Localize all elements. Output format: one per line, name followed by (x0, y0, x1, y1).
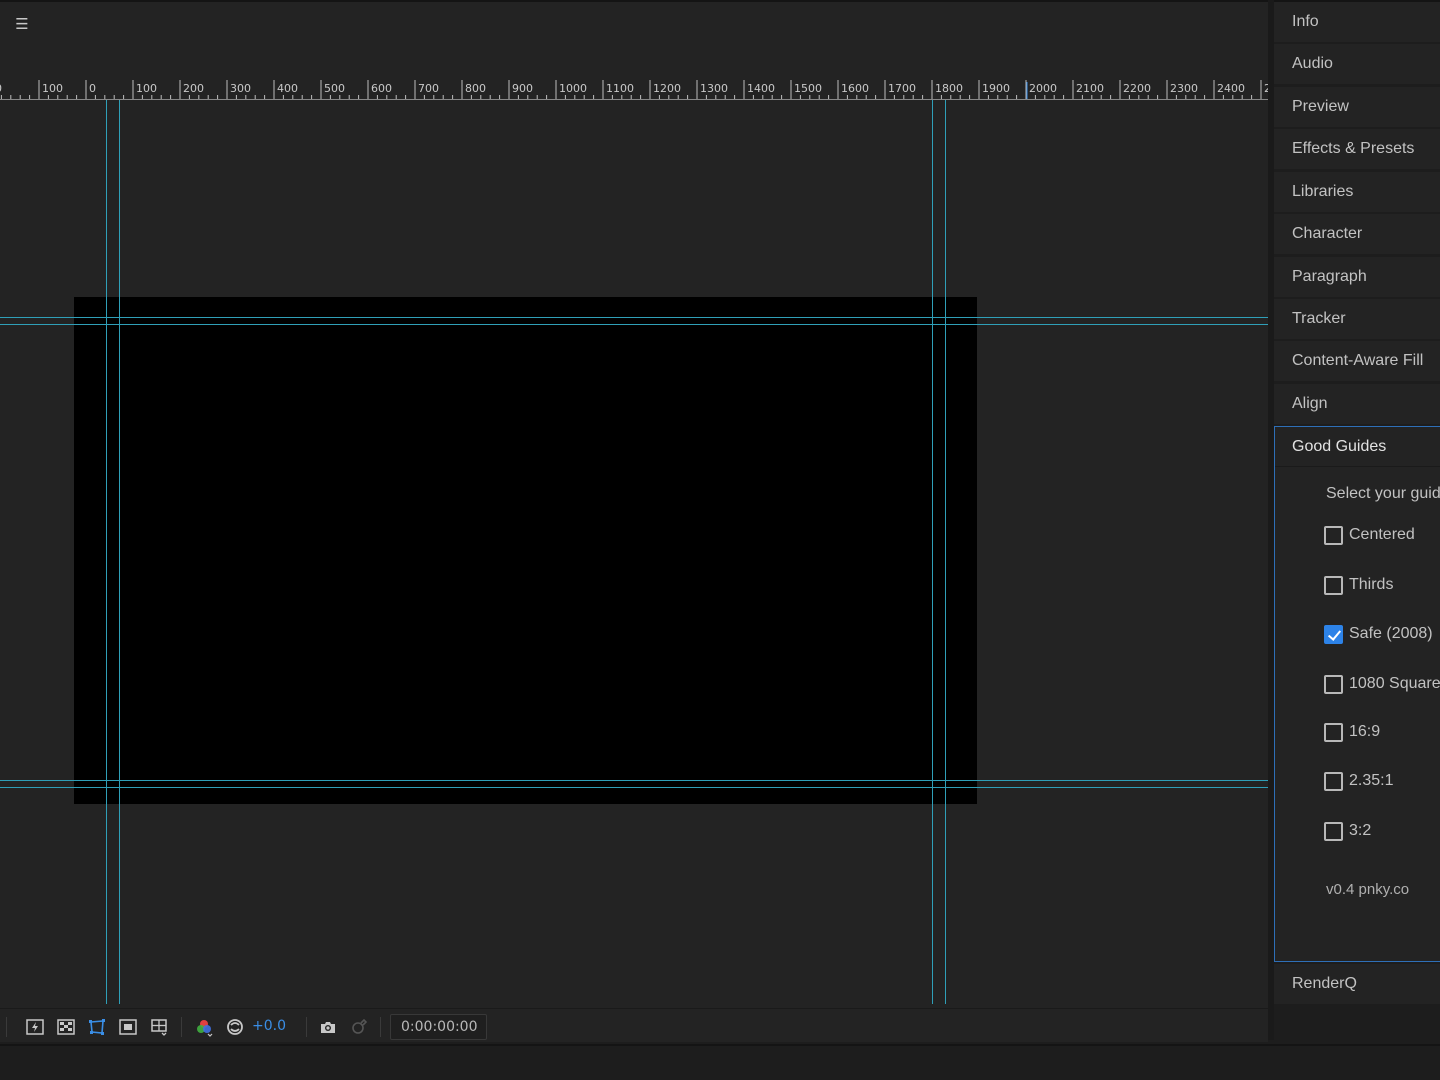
ruler-label: 2200 (1123, 82, 1151, 95)
exposure-value[interactable]: +0.0 (252, 1018, 286, 1034)
guide-option-1080-square[interactable]: 1080 Square (1324, 673, 1440, 695)
1080-square-checkbox[interactable] (1324, 674, 1343, 694)
ruler-label: 1700 (888, 82, 916, 95)
safe-guide-vertical-outer-right[interactable] (945, 100, 946, 1004)
panel-tab-character[interactable]: Character (1274, 214, 1440, 254)
safe-guide-vertical-inner-left[interactable] (119, 100, 120, 1004)
ruler-label: 2400 (1217, 82, 1245, 95)
panel-tab-preview[interactable]: Preview (1274, 87, 1440, 127)
guide-option-label: Centered (1349, 526, 1415, 543)
panel-tab-info[interactable]: Info (1274, 2, 1440, 42)
hamburger-menu-icon[interactable]: ☰ (12, 14, 32, 34)
guide-option-label: Safe (2008) (1349, 625, 1433, 642)
ruler-label: 1500 (794, 82, 822, 95)
transparency-grid-icon[interactable] (55, 1016, 77, 1038)
snapshot-camera-icon[interactable] (317, 1016, 339, 1038)
ruler-label: 600 (371, 82, 392, 95)
ruler-label: 100 (136, 82, 157, 95)
good-guides-prompt: Select your guides (1326, 485, 1440, 502)
after-effects-window: ☰ 01000100200300400500600700800900100011… (0, 0, 1440, 1080)
guide-option-safe-2008[interactable]: Safe (2008) (1324, 623, 1433, 645)
guide-option-label: 3:2 (1349, 822, 1372, 839)
horizontal-ruler[interactable]: 0100010020030040050060070080090010001100… (0, 78, 1268, 100)
current-time-display[interactable]: 0:00:00:00 (390, 1014, 487, 1040)
ruler-label: 0 (89, 82, 96, 95)
panel-tab-libraries[interactable]: Libraries (1274, 172, 1440, 212)
2-35-1-checkbox[interactable] (1324, 771, 1343, 791)
ruler-ticks: 0100010020030040050060070080090010001100… (0, 80, 1268, 99)
composition-canvas[interactable] (0, 100, 1268, 1004)
panel-tab-paragraph[interactable]: Paragraph (1274, 257, 1440, 297)
ruler-label: 700 (418, 82, 439, 95)
panel-tab-content-aware-fill[interactable]: Content-Aware Fill (1274, 341, 1440, 381)
ruler-label: 1900 (982, 82, 1010, 95)
color-channels-icon[interactable] (193, 1016, 215, 1038)
ruler-label: 1400 (747, 82, 775, 95)
guide-option-label: 1080 Square (1349, 675, 1440, 692)
safe-guide-horizontal-outer-top[interactable] (0, 317, 1268, 318)
reset-exposure-icon[interactable] (224, 1016, 246, 1038)
ruler-label: 400 (277, 82, 298, 95)
safe-2008-checkbox[interactable] (1324, 624, 1343, 644)
right-panel-stack: Info Audio Preview Effects & Presets Lib… (1274, 2, 1440, 1038)
region-of-interest-icon[interactable] (117, 1016, 139, 1038)
centered-checkbox[interactable] (1324, 525, 1343, 545)
fast-previews-icon[interactable] (24, 1016, 46, 1038)
panel-tab-align[interactable]: Align (1274, 384, 1440, 424)
panel-tab-audio[interactable]: Audio (1274, 44, 1440, 84)
ruler-label: 300 (230, 82, 251, 95)
guide-option-label: 2.35:1 (1349, 772, 1394, 789)
16-9-checkbox[interactable] (1324, 722, 1343, 742)
safe-guide-horizontal-outer-bottom[interactable] (0, 787, 1268, 788)
safe-guide-horizontal-inner-top[interactable] (0, 324, 1268, 325)
ruler-label: 2100 (1076, 82, 1104, 95)
good-guides-title[interactable]: Good Guides (1275, 427, 1440, 467)
safe-guide-horizontal-inner-bottom[interactable] (0, 780, 1268, 781)
mask-path-visibility-icon[interactable] (86, 1016, 108, 1038)
ruler-label: 800 (465, 82, 486, 95)
ruler-label: 1100 (606, 82, 634, 95)
guide-option-label: Thirds (1349, 576, 1394, 593)
guide-option-label: 16:9 (1349, 723, 1381, 740)
composition-frame (74, 297, 977, 804)
guide-option-centered[interactable]: Centered (1324, 524, 1415, 546)
thirds-checkbox[interactable] (1324, 575, 1343, 595)
safe-guide-vertical-outer-left[interactable] (106, 100, 107, 1004)
toolbar-separator (6, 1017, 7, 1037)
ruler-label: 2300 (1170, 82, 1198, 95)
composition-viewer: ☰ 01000100200300400500600700800900100011… (0, 2, 1268, 1042)
ruler-label: 1300 (700, 82, 728, 95)
show-snapshot-icon[interactable] (348, 1016, 370, 1038)
status-bar (0, 1044, 1440, 1080)
guide-option-2-35-1[interactable]: 2.35:1 (1324, 770, 1393, 792)
guide-option-3-2[interactable]: 3:2 (1324, 820, 1371, 842)
ruler-label: 500 (324, 82, 345, 95)
viewer-toolbar: +0.0 0:00:00:00 (0, 1008, 1268, 1042)
toolbar-separator (181, 1017, 182, 1037)
guide-option-16-9[interactable]: 16:9 (1324, 721, 1380, 743)
3-2-checkbox[interactable] (1324, 821, 1343, 841)
ruler-label: 1800 (935, 82, 963, 95)
ruler-label: 200 (183, 82, 204, 95)
good-guides-panel: Good Guides Select your guides Centered … (1274, 426, 1440, 962)
ruler-label: 2000 (1029, 82, 1057, 95)
panel-tab-renderq[interactable]: RenderQ (1274, 964, 1440, 1004)
grid-guides-icon[interactable] (148, 1016, 170, 1038)
panel-tab-tracker[interactable]: Tracker (1274, 299, 1440, 339)
guide-option-thirds[interactable]: Thirds (1324, 574, 1393, 596)
toolbar-separator (306, 1017, 307, 1037)
safe-guide-vertical-inner-right[interactable] (932, 100, 933, 1004)
ruler-label: 900 (512, 82, 533, 95)
panel-tab-effects-presets[interactable]: Effects & Presets (1274, 129, 1440, 169)
ruler-label: 1200 (653, 82, 681, 95)
ruler-label: 0 (0, 82, 2, 95)
ruler-label: 1600 (841, 82, 869, 95)
toolbar-separator (380, 1017, 381, 1037)
version-label: v0.4 pnky.co (1326, 881, 1410, 898)
ruler-label: 100 (42, 82, 63, 95)
ruler-label: 1000 (559, 82, 587, 95)
